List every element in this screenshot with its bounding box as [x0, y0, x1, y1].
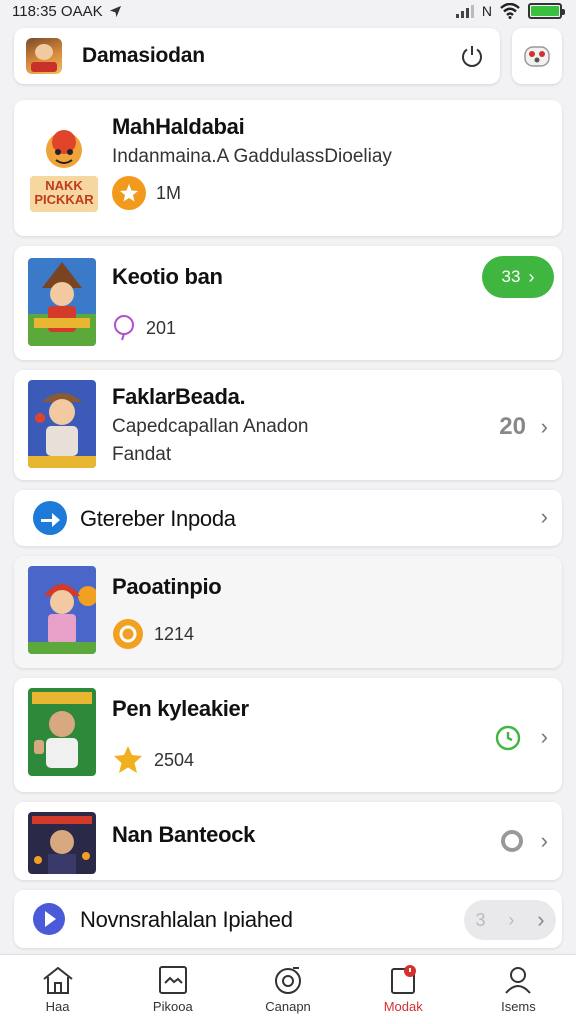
pill-value: 33: [501, 267, 521, 286]
meta-count: 1M: [156, 182, 182, 203]
nav-item-home[interactable]: Haa: [0, 955, 115, 1024]
nav-label: Isems: [501, 999, 536, 1014]
chevron-right-icon: ›: [537, 907, 545, 932]
card-meta: 1M: [112, 176, 181, 210]
page-title: Damasiodan: [82, 44, 205, 67]
chevron-right-icon: ›: [540, 414, 548, 439]
status-time: 118:35 OAAK: [12, 2, 103, 20]
notification-icon: [391, 965, 417, 994]
game-thumbnail: NAKK PICKKAR: [28, 124, 100, 218]
nav-item-canapn[interactable]: Canapn: [230, 955, 345, 1024]
disabled-pill-button[interactable]: 3 › ›: [464, 900, 556, 940]
list-item[interactable]: Pen kyleakier 2504 ›: [14, 678, 562, 792]
chevron-right-icon: ›: [540, 724, 548, 749]
list-item[interactable]: FaklarBeada. Capedcapallan Anadon Fandat…: [14, 370, 562, 480]
power-icon[interactable]: [460, 44, 484, 68]
card-meta: 1214: [112, 618, 194, 650]
card-title: Keotio ban: [112, 264, 223, 289]
nav-item-pikooa[interactable]: Pikooa: [115, 955, 230, 1024]
chevron-right-icon: ›: [540, 828, 548, 853]
circle-icon: [501, 830, 523, 852]
nav-label: Modak: [383, 999, 423, 1014]
card-subtitle-secondary: Fandat: [112, 444, 172, 465]
thumbnail-text: NAKK PICKKAR: [34, 178, 94, 207]
card-title: MahHaldabai: [112, 114, 245, 139]
nav-label: Haa: [45, 999, 70, 1014]
count-badge: 20: [499, 413, 526, 440]
app-header: Damasiodan: [14, 28, 500, 84]
game-thumbnail: [28, 258, 96, 346]
clock-icon: [495, 725, 521, 751]
card-subtitle: Indanmaina.A GaddulassDioeliay: [112, 146, 392, 167]
pill-value: 3: [475, 909, 486, 930]
nav-item-modak[interactable]: Modak: [346, 955, 461, 1024]
nfc-icon: N: [481, 3, 492, 19]
play-badge-icon: [33, 903, 65, 935]
arrow-badge-icon: [33, 501, 67, 535]
meta-count: 1214: [154, 623, 195, 644]
status-bar: 118:35 OAAK N: [0, 0, 576, 22]
game-thumbnail: [28, 566, 96, 654]
signal-icon: [455, 4, 474, 18]
camera-icon: [275, 967, 301, 994]
card-meta: 2504: [112, 744, 194, 776]
game-thumbnail: [28, 812, 96, 874]
location-arrow-icon: [109, 5, 121, 17]
battery-icon: [528, 3, 565, 19]
list-item[interactable]: Novnsrahlalan Ipiahed 3 › ›: [14, 890, 562, 948]
nav-label: Canapn: [265, 999, 311, 1014]
card-subtitle: Capedcapallan Anadon: [112, 416, 309, 437]
chevron-right-icon: ›: [528, 266, 535, 287]
meta-count: 201: [146, 317, 177, 338]
coin-icon: [113, 619, 143, 649]
card-title: Novnsrahlalan Ipiahed: [80, 907, 293, 932]
list-item[interactable]: Gtereber Inpoda ›: [14, 490, 562, 546]
list-item[interactable]: NAKK PICKKAR MahHaldabai Indanmaina.A Ga…: [14, 100, 562, 236]
home-icon: [42, 966, 73, 994]
game-thumbnail: [28, 380, 96, 468]
card-title: Gtereber Inpoda: [80, 506, 236, 531]
card-title: Nan Banteock: [112, 822, 256, 847]
list-item[interactable]: Paoatinpio 1214: [14, 556, 562, 668]
chevron-right-icon: ›: [508, 909, 515, 930]
image-icon: [158, 966, 187, 994]
card-title: Pen kyleakier: [112, 696, 249, 721]
game-controller-icon: [524, 46, 550, 67]
card-title: FaklarBeada.: [112, 384, 246, 409]
star-badge-icon: [112, 176, 146, 210]
game-controller-button[interactable]: [512, 28, 562, 84]
card-meta: 201: [112, 314, 176, 342]
star-icon: [114, 746, 142, 773]
chevron-right-icon: ›: [540, 504, 548, 529]
bottom-navigation: Haa Pikooa Canapn Modak Isems: [0, 954, 576, 1024]
meta-count: 2504: [154, 749, 195, 770]
wifi-icon: [500, 3, 520, 19]
nav-item-isems[interactable]: Isems: [461, 955, 576, 1024]
list-item[interactable]: Nan Banteock ›: [14, 802, 562, 880]
game-thumbnail: [28, 688, 96, 776]
app-avatar[interactable]: [26, 38, 62, 74]
action-pill-button[interactable]: 33 ›: [482, 256, 554, 298]
profile-icon: [505, 967, 532, 994]
nav-label: Pikooa: [152, 999, 193, 1014]
card-title: Paoatinpio: [112, 574, 222, 599]
list-item[interactable]: Keotio ban 201 33 ›: [14, 246, 562, 360]
balloon-icon: [114, 315, 134, 341]
